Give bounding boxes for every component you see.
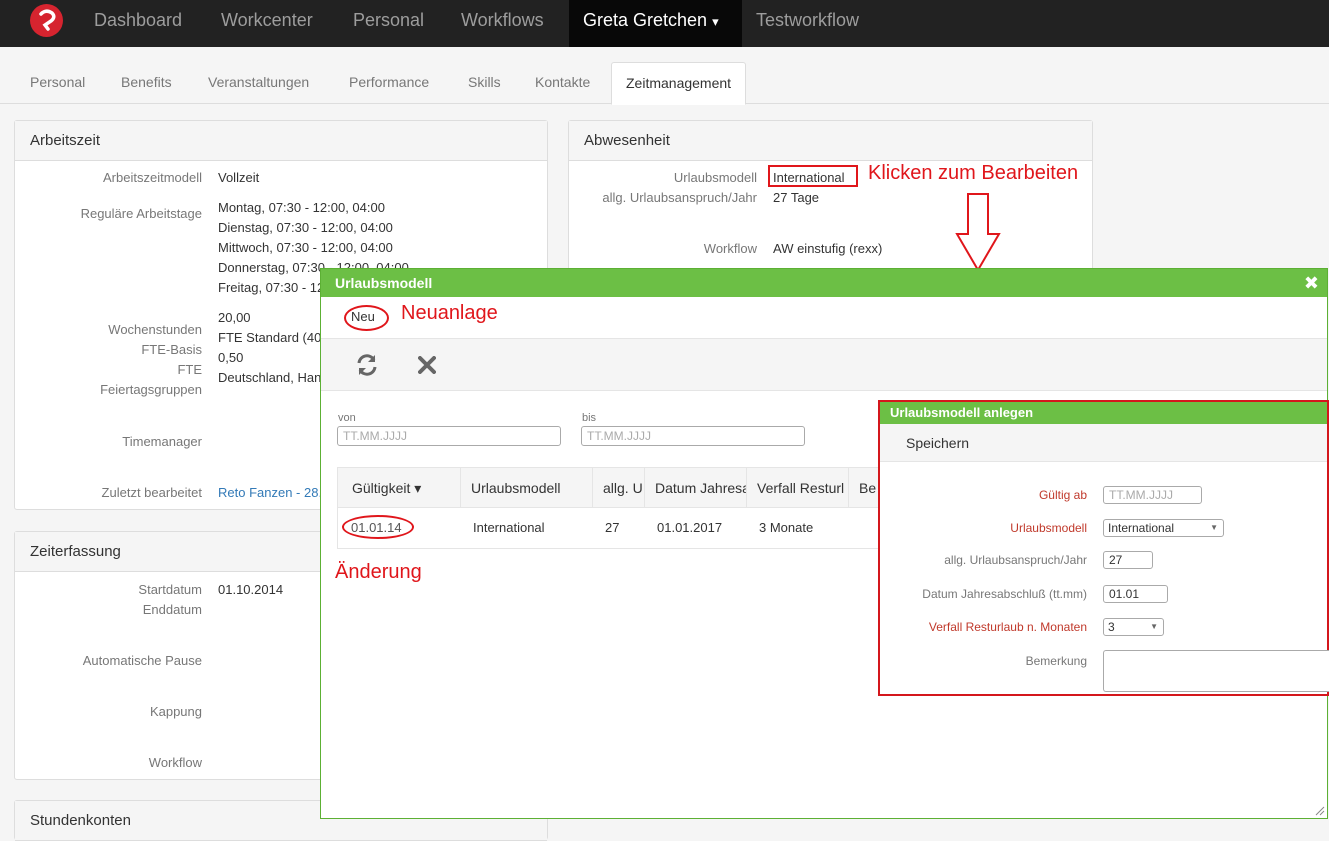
urlaubsmodell-select-value: International (1108, 521, 1175, 535)
feiertagsgruppen-label: Feiertagsgruppen (100, 382, 202, 397)
urlaubsanspruch-input[interactable]: 27 (1103, 551, 1153, 569)
annotation-klicken: Klicken zum Bearbeiten (868, 162, 1079, 184)
urlaubsanspruch-label: allg. Urlaubsanspruch/Jahr (602, 190, 757, 205)
urlaubsanspruch-field-label: allg. Urlaubsanspruch/Jahr (944, 553, 1087, 567)
enddatum-label: Enddatum (142, 602, 202, 617)
nav-user-name: Greta Gretchen (583, 10, 708, 30)
chevron-down-icon: ▼ (1150, 622, 1158, 631)
fte-basis-value: FTE Standard (40 (218, 330, 322, 345)
close-icon[interactable]: ✖ (1304, 269, 1319, 297)
zeiterfassung-workflow-label: Workflow (148, 755, 202, 770)
bis-input[interactable]: TT.MM.JJJJ (581, 426, 805, 446)
delete-icon[interactable] (418, 356, 436, 374)
bemerkung-textarea[interactable] (1103, 650, 1329, 692)
app-logo-icon[interactable] (30, 4, 63, 37)
abwesenheit-workflow-label: Workflow (703, 241, 757, 256)
refresh-icon[interactable] (355, 353, 379, 377)
wochenstunden-label: Wochenstunden (108, 322, 202, 337)
table-cell-verfall: 3 Monate (759, 520, 814, 535)
nav-personal[interactable]: Personal (353, 0, 424, 47)
gueltig-ab-input[interactable]: TT.MM.JJJJ (1103, 486, 1202, 504)
verfall-select[interactable]: 3 ▼ (1103, 618, 1164, 636)
nav-user-dropdown[interactable]: Greta Gretchen ▾ (569, 0, 742, 47)
urlaubsmodell-modal: Urlaubsmodell ✖ Neu Neuanlage von TT.MM.… (320, 268, 1329, 819)
wochenstunden-value: 20,00 (218, 310, 251, 325)
kappung-label: Kappung (149, 704, 202, 719)
modal-title: Urlaubsmodell ✖ (321, 269, 1327, 297)
annotation-aenderung: Änderung (335, 561, 422, 583)
arbeitszeitmodell-value: Vollzeit (218, 170, 260, 185)
bis-label: bis (582, 412, 597, 424)
form-toolbar: Speichern (880, 424, 1327, 462)
modal-toolbar (321, 339, 1327, 391)
col-verfall[interactable]: Verfall Resturl (746, 468, 848, 508)
col-gueltigkeit[interactable]: Gültigkeit ▾ (338, 468, 460, 508)
arbeitstag-mittwoch: Mittwoch, 07:30 - 12:00, 04:00 (218, 240, 393, 255)
annotation-neuanlage: Neuanlage (401, 302, 498, 324)
jahresabschluss-field-label: Datum Jahresabschluß (tt.mm) (922, 587, 1087, 601)
fte-value: 0,50 (218, 350, 244, 365)
col-datum-jahresabschluss[interactable]: Datum Jahresa (644, 468, 746, 508)
col-urlaubsmodell[interactable]: Urlaubsmodell (460, 468, 592, 508)
modal-title-text: Urlaubsmodell (335, 275, 433, 291)
top-navbar: Dashboard Workcenter Personal Workflows … (0, 0, 1329, 47)
fte-label: FTE (177, 362, 202, 377)
chevron-down-icon: ▼ (1210, 523, 1218, 532)
speichern-button[interactable]: Speichern (906, 435, 969, 451)
nav-workflows[interactable]: Workflows (461, 0, 544, 47)
zuletzt-bearbeitet-link[interactable]: Reto Fanzen - 28. (218, 485, 322, 500)
abwesenheit-title: Abwesenheit (569, 121, 1092, 161)
arbeitstage-label: Reguläre Arbeitstage (80, 206, 202, 221)
tab-kontakte[interactable]: Kontakte (535, 62, 590, 104)
verfall-field-label: Verfall Resturlaub n. Monaten (928, 620, 1087, 634)
tab-skills[interactable]: Skills (468, 62, 501, 104)
tab-veranstaltungen[interactable]: Veranstaltungen (208, 62, 309, 104)
feiertagsgruppen-value: Deutschland, Han (218, 370, 322, 385)
arbeitstag-dienstag: Dienstag, 07:30 - 12:00, 04:00 (218, 220, 393, 235)
automatische-pause-label: Automatische Pause (82, 653, 202, 668)
annotation-neu-ellipse (344, 305, 389, 331)
table-cell-anspruch: 27 (605, 520, 620, 535)
abwesenheit-workflow-value: AW einstufig (rexx) (773, 241, 883, 256)
fte-basis-label: FTE-Basis (141, 342, 202, 357)
timemanager-label: Timemanager (122, 434, 202, 449)
tab-zeitmanagement[interactable]: Zeitmanagement (611, 62, 747, 105)
gueltig-ab-label: Gültig ab (1038, 488, 1087, 502)
nav-dashboard[interactable]: Dashboard (94, 0, 182, 47)
tab-personal[interactable]: Personal (30, 62, 85, 104)
urlaubsmodell-select[interactable]: International ▼ (1103, 519, 1224, 537)
table-cell-urlaubsmodell: International (473, 520, 545, 535)
nav-testworkflow[interactable]: Testworkflow (756, 0, 859, 47)
startdatum-value: 01.10.2014 (218, 582, 284, 597)
arbeitszeitmodell-label: Arbeitszeitmodell (103, 170, 202, 185)
table-header: Gültigkeit ▾ Urlaubsmodell allg. U Datum… (338, 468, 896, 508)
table-cell-datum: 01.01.2017 (657, 520, 723, 535)
arbeitszeit-title: Arbeitszeit (15, 121, 547, 161)
bemerkung-field-label: Bemerkung (1025, 654, 1087, 668)
nav-workcenter[interactable]: Workcenter (221, 0, 313, 47)
urlaubsanspruch-value: 27 Tage (773, 190, 820, 205)
arbeitstag-montag: Montag, 07:30 - 12:00, 04:00 (218, 200, 385, 215)
form-title: Urlaubsmodell anlegen (880, 402, 1327, 424)
startdatum-label: Startdatum (138, 582, 202, 597)
von-input[interactable]: TT.MM.JJJJ (337, 426, 561, 446)
annotation-highlight-box (768, 165, 858, 187)
urlaubsmodell-field-label: Urlaubsmodell (1010, 521, 1087, 535)
sub-tabs: Personal Benefits Veranstaltungen Perfor… (0, 62, 1329, 105)
chevron-down-icon: ▾ (712, 14, 719, 29)
zuletzt-bearbeitet-label: Zuletzt bearbeitet (101, 485, 202, 500)
resize-handle-icon[interactable] (1315, 806, 1325, 816)
von-label: von (338, 412, 356, 424)
urlaubsmodell-table: Gültigkeit ▾ Urlaubsmodell allg. U Datum… (337, 467, 897, 549)
tab-performance[interactable]: Performance (349, 62, 429, 104)
jahresabschluss-input[interactable]: 01.01 (1103, 585, 1168, 603)
tab-benefits[interactable]: Benefits (121, 62, 172, 104)
col-anspruch[interactable]: allg. U (592, 468, 644, 508)
urlaubsmodell-anlegen-form: Urlaubsmodell anlegen Speichern Gültig a… (878, 400, 1329, 696)
verfall-select-value: 3 (1108, 620, 1115, 634)
modal-action-bar: Neu Neuanlage (321, 297, 1327, 339)
urlaubsmodell-label: Urlaubsmodell (673, 170, 757, 185)
annotation-arrow-down-icon (955, 193, 1001, 272)
annotation-aenderung-ellipse (342, 515, 414, 539)
